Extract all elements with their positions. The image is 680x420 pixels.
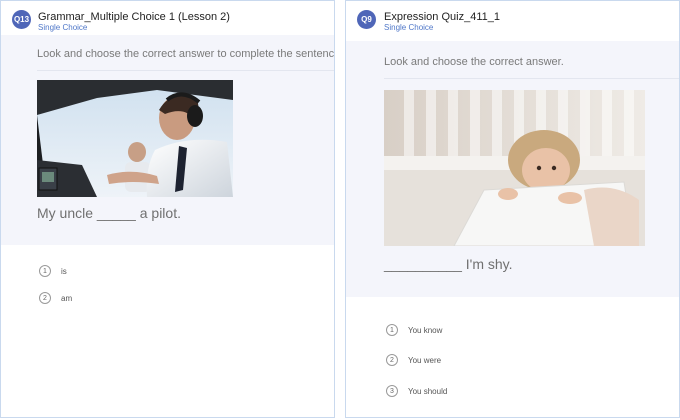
- question-image-pilot: [37, 80, 233, 197]
- answer-option-3[interactable]: 3 You should: [386, 385, 447, 397]
- question-instruction: Look and choose the correct answer.: [384, 56, 564, 68]
- question-sentence: __________ I'm shy.: [384, 256, 513, 272]
- question-card-q9: Q9 Expression Quiz_411_1 Single Choice L…: [345, 0, 680, 418]
- option-number-2: 2: [39, 292, 51, 304]
- divider: [384, 78, 679, 79]
- question-card-q13: Q13 Grammar_Multiple Choice 1 (Lesson 2)…: [0, 0, 335, 418]
- option-label-1: You know: [408, 325, 443, 335]
- pilot-photo-illustration: [37, 80, 233, 197]
- option-label-2: am: [61, 293, 73, 303]
- option-label-2: You were: [408, 355, 442, 365]
- divider: [37, 70, 334, 71]
- option-label-1: is: [61, 266, 67, 276]
- question-number-badge: Q9: [357, 10, 376, 29]
- question-instruction: Look and choose the correct answer to co…: [37, 48, 335, 60]
- option-label-3: You should: [408, 386, 448, 396]
- shy-child-photo-illustration: [384, 90, 645, 246]
- question-body: Look and choose the correct answer to co…: [1, 35, 334, 245]
- option-number-1: 1: [39, 265, 51, 277]
- question-body: Look and choose the correct answer. ____…: [346, 41, 679, 297]
- option-number-2: 2: [386, 354, 398, 366]
- question-type-label: Single Choice: [38, 23, 88, 32]
- question-type-label: Single Choice: [384, 23, 434, 32]
- question-image-shy-child: [384, 90, 645, 246]
- option-number-1: 1: [386, 324, 398, 336]
- answer-option-2[interactable]: 2 You were: [386, 354, 441, 366]
- answer-option-1[interactable]: 1 You know: [386, 324, 442, 336]
- question-number-badge: Q13: [12, 10, 31, 29]
- option-number-3: 3: [386, 385, 398, 397]
- question-title: Grammar_Multiple Choice 1 (Lesson 2): [38, 11, 230, 23]
- question-sentence: My uncle _____ a pilot.: [37, 205, 181, 221]
- answer-option-2[interactable]: 2 am: [39, 292, 72, 304]
- question-title: Expression Quiz_411_1: [384, 11, 500, 23]
- answer-option-1[interactable]: 1 is: [39, 265, 67, 277]
